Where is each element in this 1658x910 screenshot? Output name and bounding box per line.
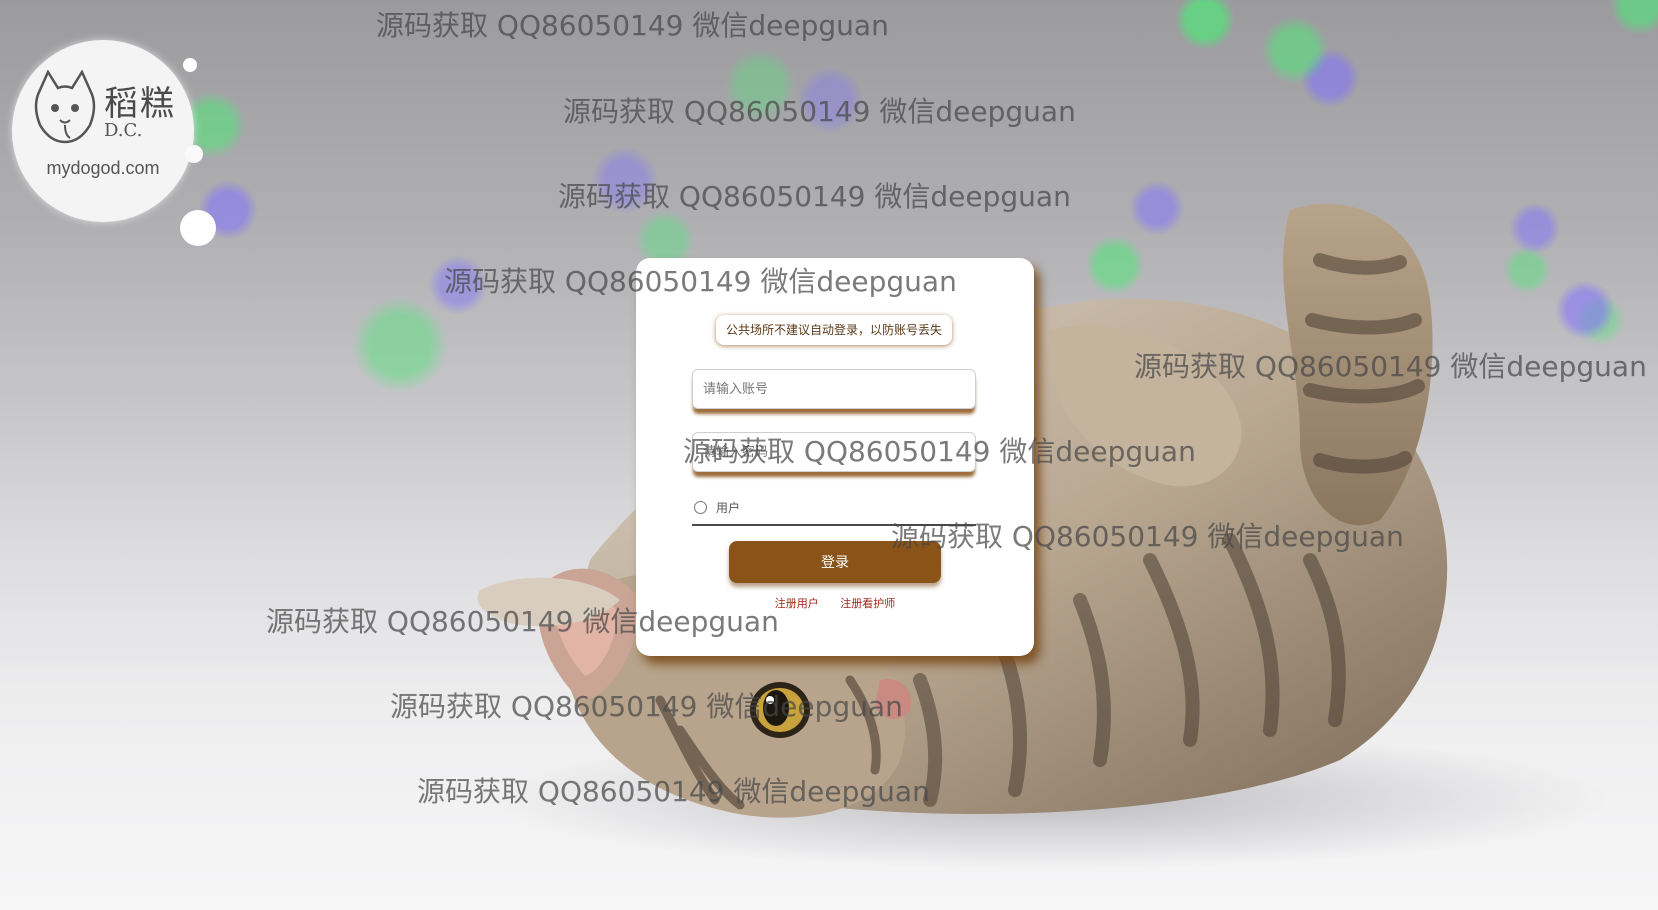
watermark-text: 源码获取 QQ86050149 微信deepguan <box>1134 350 1647 383</box>
site-logo[interactable]: 稻糕 D.C. mydogod.com <box>12 40 194 222</box>
watermark-text: 源码获取 QQ86050149 微信deepguan <box>563 95 1076 128</box>
logo-dc-text: D.C. <box>104 120 143 141</box>
role-selector: 用户 <box>692 498 976 526</box>
register-links: 注册用户 注册看护师 <box>636 595 1034 611</box>
login-notice: 公共场所不建议自动登录，以防账号丢失 <box>716 315 952 345</box>
logo-bubble-dot <box>185 145 203 163</box>
role-radio-user[interactable] <box>694 501 707 514</box>
logo-bubble-dot <box>183 58 197 72</box>
login-button[interactable]: 登录 <box>729 541 941 583</box>
dog-logo-icon <box>34 70 96 144</box>
watermark-text: 源码获取 QQ86050149 微信deepguan <box>376 9 889 42</box>
watermark-text: 源码获取 QQ86050149 微信deepguan <box>417 775 930 808</box>
password-input[interactable] <box>692 432 976 472</box>
logo-site-url: mydogod.com <box>46 158 160 178</box>
account-input[interactable] <box>692 369 976 409</box>
watermark-text: 源码获取 QQ86050149 微信deepguan <box>558 180 1071 213</box>
logo-bubble-dot <box>180 210 216 246</box>
register-caregiver-link[interactable]: 注册看护师 <box>840 597 895 610</box>
watermark-text: 源码获取 QQ86050149 微信deepguan <box>390 690 903 723</box>
logo-brand-text: 稻糕 <box>104 84 176 124</box>
register-user-link[interactable]: 注册用户 <box>775 597 819 610</box>
login-card: 公共场所不建议自动登录，以防账号丢失 用户 登录 注册用户 注册看护师 <box>636 258 1034 656</box>
role-label-user: 用户 <box>716 501 741 515</box>
